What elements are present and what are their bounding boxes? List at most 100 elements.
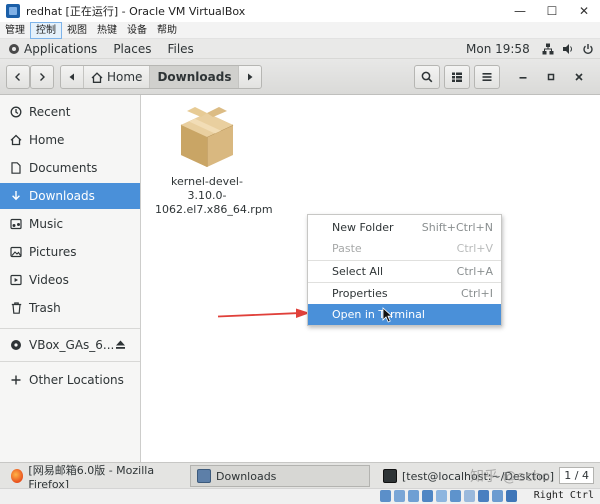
path-home-button[interactable]: Home: [84, 66, 151, 88]
sidebar-item-other-locations[interactable]: Other Locations: [0, 367, 140, 393]
menu-item-paste[interactable]: Paste Ctrl+V: [308, 238, 501, 259]
close-button[interactable]: ✕: [568, 0, 600, 22]
sidebar-item-trash[interactable]: Trash: [0, 295, 140, 321]
menu-item-open-in-terminal[interactable]: Open in Terminal: [308, 304, 501, 325]
watermark: 知乎 @echo: [470, 469, 551, 485]
file-name-line-2: 1062.el7.x86_64.rpm: [155, 203, 273, 216]
vbox-window-title: redhat [正在运行] - Oracle VM VirtualBox: [26, 5, 246, 18]
back-button[interactable]: [6, 65, 30, 89]
mouse-cursor-icon: [382, 307, 394, 323]
minimize-icon: [519, 77, 527, 79]
red-arrow-annotation: [217, 308, 310, 318]
music-icon: [9, 218, 23, 230]
triangle-right-icon: [248, 73, 253, 81]
applications-menu[interactable]: Applications: [0, 42, 105, 56]
menu-item-accel: Ctrl+I: [460, 287, 493, 300]
sidebar-item-label: Recent: [29, 105, 71, 119]
path-right-arrow[interactable]: [239, 66, 261, 88]
chevron-left-icon: [15, 73, 20, 81]
sidebar-item-label: Home: [29, 133, 65, 147]
video-icon: [9, 274, 23, 286]
places-menu[interactable]: Places: [105, 42, 159, 56]
path-downloads-button[interactable]: Downloads: [150, 66, 240, 88]
sidebar-item-home[interactable]: Home: [0, 127, 140, 153]
triangle-left-icon: [69, 73, 74, 81]
maximize-icon: [547, 73, 555, 81]
picture-icon: [9, 246, 23, 258]
optical-drive-icon[interactable]: [394, 490, 405, 502]
clock-icon: [9, 106, 23, 118]
trash-icon: [9, 302, 23, 314]
menu-item-accel: Shift+Ctrl+N: [421, 221, 493, 234]
places-sidebar: Recent Home Documents Downloads Music Pi…: [0, 95, 141, 462]
home-icon: [91, 71, 103, 83]
cpu-icon[interactable]: [492, 490, 503, 502]
task-label: [网易邮箱6.0版 - Mozilla Firefox]: [28, 463, 155, 491]
power-icon: [582, 43, 594, 55]
search-button[interactable]: [414, 65, 440, 89]
menu-control[interactable]: 控制: [30, 21, 62, 39]
list-view-icon: [452, 72, 462, 82]
window-close-button[interactable]: [567, 65, 591, 89]
sidebar-item-videos[interactable]: Videos: [0, 267, 140, 293]
applications-label: Applications: [24, 41, 98, 56]
workspace-indicator[interactable]: 1 / 4: [559, 467, 594, 484]
menu-button[interactable]: [474, 65, 500, 89]
network-adapter-icon[interactable]: [422, 490, 433, 502]
sidebar-item-label: Documents: [29, 161, 98, 175]
sidebar-item-label: Other Locations: [29, 373, 124, 387]
clock[interactable]: Mon 19:58: [466, 39, 530, 59]
recording-icon[interactable]: [478, 490, 489, 502]
virtualbox-window: redhat [正在运行] - Oracle VM VirtualBox — ☐…: [0, 0, 600, 504]
path-bar: Home Downloads: [60, 65, 263, 89]
sidebar-item-label: Trash: [29, 301, 61, 315]
sidebar-separator: [0, 361, 140, 362]
task-downloads[interactable]: Downloads: [190, 465, 370, 487]
maximize-button[interactable]: ☐: [536, 0, 568, 22]
audio-icon[interactable]: [408, 490, 419, 502]
menu-devices[interactable]: 设备: [122, 22, 152, 39]
file-name-line-1: kernel-devel-3.10.0-: [171, 175, 243, 202]
sidebar-item-recent[interactable]: Recent: [0, 99, 140, 125]
task-firefox[interactable]: [网易邮箱6.0版 - Mozilla Firefox]: [4, 464, 186, 491]
files-app-menu[interactable]: Files: [159, 42, 201, 56]
path-left-arrow[interactable]: [61, 66, 84, 88]
system-status-area[interactable]: [542, 39, 594, 59]
vbox-device-icons: [380, 490, 517, 502]
menu-help[interactable]: 帮助: [152, 22, 182, 39]
hamburger-menu-icon: [482, 73, 492, 81]
menu-hotkey[interactable]: 热键: [92, 22, 122, 39]
sidebar-item-label: Pictures: [29, 245, 77, 259]
window-minimize-button[interactable]: [511, 65, 535, 89]
sidebar-item-pictures[interactable]: Pictures: [0, 239, 140, 265]
menu-item-select-all[interactable]: Select All Ctrl+A: [308, 261, 501, 282]
home-icon: [9, 134, 23, 146]
sidebar-item-music[interactable]: Music: [0, 211, 140, 237]
mouse-integration-icon[interactable]: [506, 490, 517, 502]
sidebar-item-vbox-gas[interactable]: VBox_GAs_6...: [0, 332, 140, 358]
forward-button[interactable]: [30, 65, 54, 89]
files-icon: [197, 469, 211, 483]
applications-icon: [8, 43, 20, 55]
menu-item-accel: Ctrl+A: [456, 265, 493, 278]
eject-icon[interactable]: [115, 339, 126, 353]
menu-item-label: Open in Terminal: [332, 308, 425, 321]
terminal-icon: [383, 469, 397, 483]
sidebar-separator: [0, 328, 140, 329]
window-maximize-button[interactable]: [539, 65, 563, 89]
hard-disk-icon[interactable]: [380, 490, 391, 502]
menu-view[interactable]: 视图: [62, 22, 92, 39]
shared-folder-icon[interactable]: [450, 490, 461, 502]
usb-icon[interactable]: [436, 490, 447, 502]
menu-item-new-folder[interactable]: New Folder Shift+Ctrl+N: [308, 217, 501, 238]
minimize-button[interactable]: —: [504, 0, 536, 22]
menu-item-properties[interactable]: Properties Ctrl+I: [308, 283, 501, 304]
view-mode-button[interactable]: [444, 65, 470, 89]
display-icon[interactable]: [464, 490, 475, 502]
sidebar-item-documents[interactable]: Documents: [0, 155, 140, 181]
menu-manage[interactable]: 管理: [0, 22, 30, 39]
network-icon: [542, 43, 554, 55]
file-item[interactable]: kernel-devel-3.10.0- 1062.el7.x86_64.rpm: [155, 105, 273, 217]
volume-icon: [562, 43, 574, 55]
sidebar-item-downloads[interactable]: Downloads: [0, 183, 140, 209]
